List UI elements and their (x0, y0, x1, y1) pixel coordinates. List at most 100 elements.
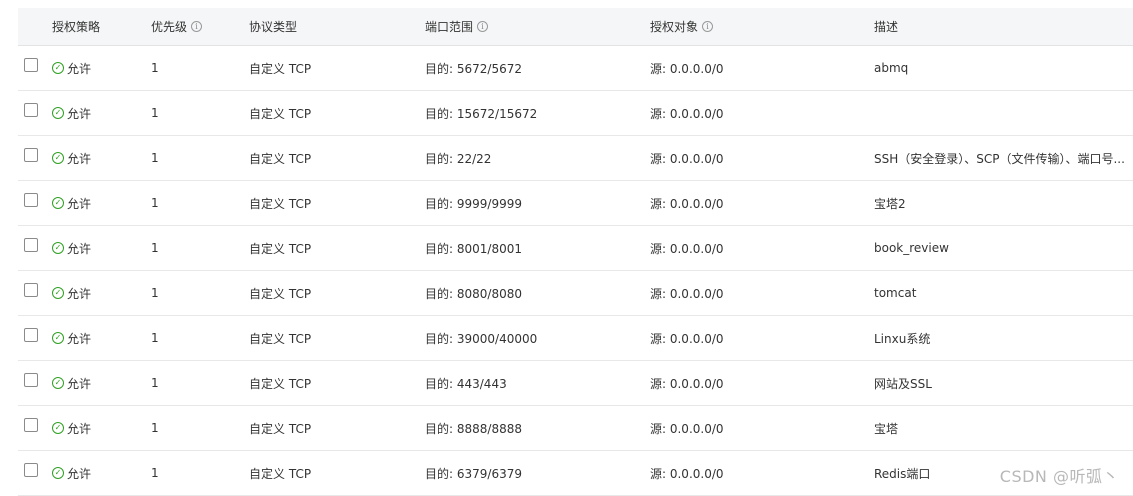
info-icon[interactable]: i (702, 21, 714, 32)
protocol-cell: 自定义 TCP (249, 361, 419, 405)
protocol-value: 自定义 TCP (249, 331, 312, 346)
row-checkbox[interactable] (24, 328, 38, 342)
policy-cell: ✓ 允许 (52, 361, 142, 405)
description-cell (874, 91, 1132, 135)
protocol-value: 自定义 TCP (249, 466, 312, 481)
port-value: 目的: 22/22 (425, 151, 492, 166)
protocol-cell: 自定义 TCP (249, 271, 419, 315)
policy-cell: ✓ 允许 (52, 406, 142, 450)
table-row: ✓ 允许 1 自定义 TCP 目的: 22/22 源: 0.0.0.0/0 SSH（安全登录… (18, 136, 1133, 181)
row-checkbox[interactable] (24, 418, 38, 432)
target-value: 源: 0.0.0.0/0 (650, 106, 724, 121)
priority-cell: 1 (151, 451, 241, 495)
description-cell: tomcat (874, 271, 1132, 315)
policy-label: 允许 (67, 376, 92, 391)
port-value: 目的: 8888/8888 (425, 421, 522, 436)
policy-label: 允许 (67, 151, 92, 166)
table-header: 授权策略 优先级 i 协议类型 端口范围 i 授权对象 i 描述 (18, 8, 1133, 46)
row-checkbox[interactable] (24, 373, 38, 387)
row-select-cell (24, 136, 44, 180)
protocol-cell: 自定义 TCP (249, 316, 419, 360)
check-circle-icon: ✓ (52, 467, 64, 479)
row-select-cell (24, 46, 44, 90)
policy-label: 允许 (67, 286, 92, 301)
header-policy-label: 授权策略 (52, 20, 101, 34)
row-checkbox[interactable] (24, 238, 38, 252)
description-value: abmq (874, 61, 909, 75)
header-port-label: 端口范围 (425, 20, 474, 34)
table-row: ✓ 允许 1 自定义 TCP 目的: 5672/5672 源: 0.0.0.0/0 abmq (18, 46, 1133, 91)
port-cell: 目的: 9999/9999 (425, 181, 645, 225)
port-value: 目的: 6379/6379 (425, 466, 522, 481)
protocol-value: 自定义 TCP (249, 61, 312, 76)
policy-label: 允许 (67, 331, 92, 346)
policy-label: 允许 (67, 61, 92, 76)
priority-cell: 1 (151, 91, 241, 135)
row-checkbox[interactable] (24, 58, 38, 72)
security-group-rules-table: 授权策略 优先级 i 协议类型 端口范围 i 授权对象 i 描述 ✓ 允许 1 自定义… (18, 8, 1133, 496)
protocol-value: 自定义 TCP (249, 241, 312, 256)
port-cell: 目的: 39000/40000 (425, 316, 645, 360)
priority-cell: 1 (151, 316, 241, 360)
target-cell: 源: 0.0.0.0/0 (650, 316, 870, 360)
check-circle-icon: ✓ (52, 242, 64, 254)
description-value: Linxu系统 (874, 331, 931, 346)
protocol-cell: 自定义 TCP (249, 406, 419, 450)
row-select-cell (24, 361, 44, 405)
row-select-cell (24, 406, 44, 450)
port-cell: 目的: 22/22 (425, 136, 645, 180)
policy-cell: ✓ 允许 (52, 46, 142, 90)
header-protocol: 协议类型 (249, 8, 419, 45)
description-value: book_review (874, 241, 949, 255)
row-checkbox[interactable] (24, 193, 38, 207)
protocol-cell: 自定义 TCP (249, 226, 419, 270)
target-value: 源: 0.0.0.0/0 (650, 331, 724, 346)
header-protocol-label: 协议类型 (249, 20, 298, 34)
target-value: 源: 0.0.0.0/0 (650, 421, 724, 436)
description-cell: abmq (874, 46, 1132, 90)
info-icon[interactable]: i (477, 21, 489, 32)
policy-label: 允许 (67, 106, 92, 121)
row-checkbox[interactable] (24, 103, 38, 117)
info-icon[interactable]: i (191, 21, 203, 32)
target-value: 源: 0.0.0.0/0 (650, 151, 724, 166)
description-cell: 宝塔2 (874, 181, 1132, 225)
port-value: 目的: 8080/8080 (425, 286, 522, 301)
header-description: 描述 (874, 8, 1132, 45)
protocol-value: 自定义 TCP (249, 421, 312, 436)
protocol-cell: 自定义 TCP (249, 46, 419, 90)
policy-label: 允许 (67, 466, 92, 481)
target-cell: 源: 0.0.0.0/0 (650, 451, 870, 495)
port-cell: 目的: 15672/15672 (425, 91, 645, 135)
target-value: 源: 0.0.0.0/0 (650, 61, 724, 76)
protocol-cell: 自定义 TCP (249, 136, 419, 180)
priority-value: 1 (151, 466, 159, 480)
description-cell: book_review (874, 226, 1132, 270)
row-select-cell (24, 91, 44, 135)
priority-value: 1 (151, 286, 159, 300)
target-cell: 源: 0.0.0.0/0 (650, 271, 870, 315)
table-row: ✓ 允许 1 自定义 TCP 目的: 6379/6379 源: 0.0.0.0/0 Redi… (18, 451, 1133, 496)
port-value: 目的: 39000/40000 (425, 331, 538, 346)
row-select-cell (24, 271, 44, 315)
description-cell: 宝塔 (874, 406, 1132, 450)
row-checkbox[interactable] (24, 463, 38, 477)
policy-cell: ✓ 允许 (52, 271, 142, 315)
target-cell: 源: 0.0.0.0/0 (650, 136, 870, 180)
priority-cell: 1 (151, 271, 241, 315)
protocol-value: 自定义 TCP (249, 376, 312, 391)
target-value: 源: 0.0.0.0/0 (650, 241, 724, 256)
row-checkbox[interactable] (24, 283, 38, 297)
row-checkbox[interactable] (24, 148, 38, 162)
description-cell: Linxu系统 (874, 316, 1132, 360)
priority-cell: 1 (151, 181, 241, 225)
table-row: ✓ 允许 1 自定义 TCP 目的: 443/443 源: 0.0.0.0/0 网站及SSL (18, 361, 1133, 406)
protocol-value: 自定义 TCP (249, 196, 312, 211)
priority-cell: 1 (151, 226, 241, 270)
policy-cell: ✓ 允许 (52, 181, 142, 225)
watermark: CSDN @听弧丶 (999, 467, 1119, 486)
target-cell: 源: 0.0.0.0/0 (650, 226, 870, 270)
port-value: 目的: 5672/5672 (425, 61, 522, 76)
priority-cell: 1 (151, 406, 241, 450)
port-cell: 目的: 443/443 (425, 361, 645, 405)
